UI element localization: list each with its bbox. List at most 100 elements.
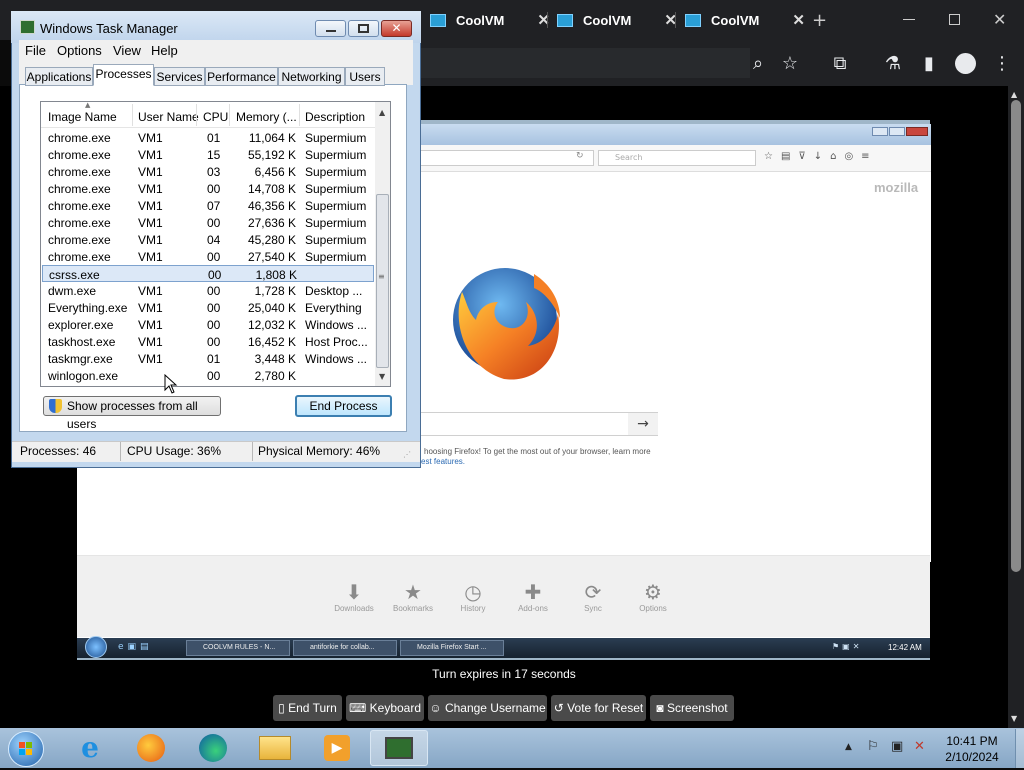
column-header-user-name[interactable]: User Name	[138, 110, 199, 124]
scroll-down-arrow-icon[interactable]: ▼	[379, 372, 385, 381]
side-panel-icon[interactable]: ▮	[919, 54, 939, 74]
internet-explorer-icon[interactable]: e	[63, 730, 117, 766]
bookmark-star-icon[interactable]: ☆	[780, 54, 800, 74]
vm-tray-icons[interactable]: ⚑▣✕	[832, 642, 862, 651]
scroll-up-arrow-icon[interactable]: ▲	[379, 108, 385, 117]
task-manager-taskbar-button[interactable]	[370, 730, 428, 766]
page-scrollbar[interactable]	[1008, 86, 1024, 728]
launcher-addons[interactable]: ✚ Add-ons	[503, 580, 563, 613]
column-divider[interactable]	[299, 104, 300, 126]
resize-grip-icon[interactable]: ⋰	[403, 450, 411, 459]
menu-file[interactable]: File	[25, 43, 46, 58]
firefox-url-field[interactable]	[420, 150, 594, 166]
column-header-memory[interactable]: Memory (...	[236, 110, 297, 124]
tab-users[interactable]: Users	[345, 67, 385, 86]
browser-tab[interactable]: CoolVM ✕	[430, 0, 558, 40]
scroll-down-arrow-icon[interactable]: ▼	[1011, 714, 1017, 723]
table-row[interactable]: chrome.exe VM1 07 46,356 K Supermium	[42, 197, 374, 214]
table-row[interactable]: taskmgr.exe VM1 01 3,448 K Windows ...	[42, 350, 374, 367]
vm-start-orb[interactable]	[85, 636, 107, 658]
table-row[interactable]: Everything.exe VM1 00 25,040 K Everything	[42, 299, 374, 316]
tab-services[interactable]: Services	[154, 67, 205, 86]
firefox-minimize-button[interactable]	[872, 127, 888, 136]
end-turn-button[interactable]: ▯ End Turn	[273, 695, 342, 721]
keyboard-button[interactable]: ⌨ Keyboard	[346, 695, 424, 721]
tab-processes[interactable]: Processes	[93, 64, 154, 86]
menu-options[interactable]: Options	[57, 43, 102, 58]
system-clock[interactable]: 10:41 PM 2/10/2024	[934, 733, 1010, 765]
show-desktop-button[interactable]	[1015, 729, 1024, 768]
firefox-icon[interactable]	[124, 730, 178, 766]
launcher-sync[interactable]: ⟳ Sync	[563, 580, 623, 613]
table-row[interactable]: csrss.exe 00 1,808 K	[42, 265, 374, 282]
start-orb[interactable]	[8, 731, 44, 767]
scrollbar-thumb[interactable]	[1011, 100, 1021, 572]
edge-icon[interactable]	[186, 730, 240, 766]
address-bar[interactable]	[420, 48, 750, 78]
end-process-button[interactable]: End Process	[295, 395, 392, 417]
maximize-button[interactable]	[348, 20, 379, 37]
minimize-icon[interactable]	[903, 19, 915, 20]
close-icon[interactable]: ✕	[537, 11, 550, 29]
column-header-image-name[interactable]: Image Name	[48, 110, 117, 124]
extensions-icon[interactable]: ⧉	[830, 54, 850, 74]
screenshot-button[interactable]: ◙ Screenshot	[650, 695, 734, 721]
reload-icon[interactable]: ↻	[576, 151, 584, 161]
scroll-up-arrow-icon[interactable]: ▲	[1011, 90, 1017, 99]
profile-avatar-icon[interactable]	[955, 53, 976, 74]
firefox-welcome-link[interactable]: est features.	[421, 457, 465, 466]
action-center-flag-icon[interactable]: ⚐	[867, 739, 879, 754]
table-row[interactable]: chrome.exe VM1 04 45,280 K Supermium	[42, 231, 374, 248]
vm-taskbar-item[interactable]: Mozilla Firefox Start ...	[400, 640, 504, 656]
column-divider[interactable]	[229, 104, 230, 126]
table-row[interactable]: chrome.exe VM1 03 6,456 K Supermium	[42, 163, 374, 180]
launcher-downloads[interactable]: ⬇ Downloads	[324, 580, 384, 613]
labs-flask-icon[interactable]: ⚗	[883, 54, 903, 74]
vote-for-reset-button[interactable]: ↺ Vote for Reset	[551, 695, 646, 721]
browser-tab[interactable]: CoolVM ✕	[557, 0, 685, 40]
restore-icon[interactable]	[949, 14, 960, 25]
close-button[interactable]: ✕	[381, 20, 412, 37]
vm-taskbar-item[interactable]: COOLVM RULES - N...	[186, 640, 290, 656]
show-all-processes-button[interactable]: Show processes from all users	[43, 396, 221, 431]
browser-tab[interactable]: CoolVM ✕	[685, 0, 813, 40]
tab-performance[interactable]: Performance	[205, 67, 278, 86]
table-row[interactable]: chrome.exe VM1 01 11,064 K Supermium	[42, 129, 374, 146]
file-explorer-icon[interactable]	[248, 730, 302, 766]
table-row[interactable]: dwm.exe VM1 00 1,728 K Desktop ...	[42, 282, 374, 299]
new-tab-button[interactable]: +	[812, 10, 827, 31]
table-row[interactable]: chrome.exe VM1 15 55,192 K Supermium	[42, 146, 374, 163]
column-divider[interactable]	[132, 104, 133, 126]
search-go-arrow-icon[interactable]: →	[628, 413, 658, 435]
menu-help[interactable]: Help	[151, 43, 178, 58]
zoom-icon[interactable]: ⌕	[748, 54, 768, 74]
menu-kebab-icon[interactable]: ⋮	[992, 54, 1012, 74]
firefox-toolbar-icons[interactable]: ☆▤⊽↓⌂◎≡	[764, 151, 878, 162]
tab-applications[interactable]: Applications	[25, 67, 93, 86]
launcher-options[interactable]: ⚙ Options	[623, 580, 683, 613]
table-row[interactable]: explorer.exe VM1 00 12,032 K Windows ...	[42, 316, 374, 333]
tray-expand-icon[interactable]: ▲	[845, 742, 852, 752]
scrollbar-thumb[interactable]	[376, 194, 389, 368]
firefox-start-search-input[interactable]	[420, 412, 658, 436]
firefox-maximize-button[interactable]	[889, 127, 905, 136]
volume-muted-icon[interactable]: ✕	[914, 739, 925, 754]
table-row[interactable]: winlogon.exe 00 2,780 K	[42, 367, 374, 384]
media-player-icon[interactable]: ▶	[310, 730, 364, 766]
table-row[interactable]: chrome.exe VM1 00 14,708 K Supermium	[42, 180, 374, 197]
column-header-cpu[interactable]: CPU	[203, 110, 228, 124]
column-divider[interactable]	[196, 104, 197, 126]
menu-view[interactable]: View	[113, 43, 141, 58]
launcher-bookmarks[interactable]: ★ Bookmarks	[383, 580, 443, 613]
vm-quicklaunch-icons[interactable]: e▣▤	[118, 642, 153, 652]
close-icon[interactable]: ✕	[792, 11, 805, 29]
tab-networking[interactable]: Networking	[278, 67, 345, 86]
launcher-history[interactable]: ◷ History	[443, 580, 503, 613]
vm-taskbar-item[interactable]: antiforkie for collab...	[293, 640, 397, 656]
firefox-search-field[interactable]: Search	[598, 150, 756, 166]
network-icon[interactable]: ▣	[891, 739, 903, 754]
table-row[interactable]: taskhost.exe VM1 00 16,452 K Host Proc...	[42, 333, 374, 350]
table-row[interactable]: chrome.exe VM1 00 27,540 K Supermium	[42, 248, 374, 265]
firefox-close-button[interactable]	[906, 127, 928, 136]
minimize-button[interactable]	[315, 20, 346, 37]
